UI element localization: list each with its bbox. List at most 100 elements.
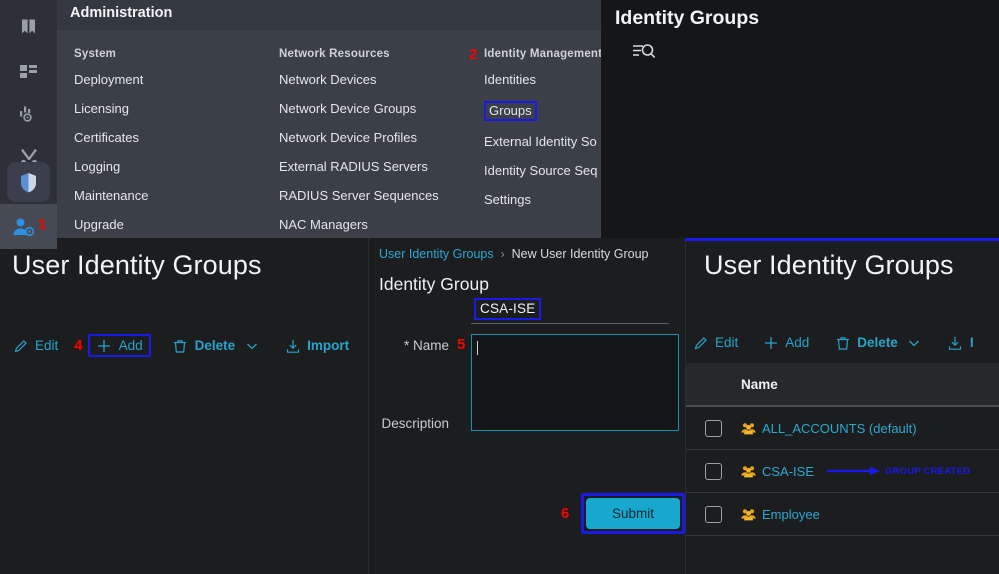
- chevron-down-icon[interactable]: [243, 337, 260, 354]
- delete-button[interactable]: Delete: [172, 337, 236, 354]
- menu-item-radius-server-sequences[interactable]: RADIUS Server Sequences: [279, 188, 439, 204]
- administration-icon: [13, 217, 35, 237]
- column-header-name: Name: [741, 376, 778, 392]
- menu-item-network-devices[interactable]: Network Devices: [279, 72, 439, 88]
- step-marker-6: 6: [561, 505, 570, 522]
- row-name-link[interactable]: ALL_ACCOUNTS (default): [762, 421, 917, 436]
- right-import-button[interactable]: I: [947, 334, 974, 351]
- menu-item-identity-source-sequences[interactable]: Identity Source Seq: [484, 163, 601, 179]
- menu-item-groups[interactable]: Groups: [484, 101, 537, 121]
- edit-label: Edit: [35, 338, 59, 353]
- user-group-icon: [741, 421, 756, 435]
- menu-item-upgrade[interactable]: Upgrade: [74, 217, 148, 233]
- right-toolbar: Edit Add Delete I: [692, 334, 974, 351]
- edit-button[interactable]: Edit: [12, 337, 58, 354]
- left-column: User Identity Groups Edit 4 Add Delete I…: [0, 238, 368, 574]
- right-edit-label: Edit: [715, 335, 739, 350]
- menu-item-network-device-profiles[interactable]: Network Device Profiles: [279, 130, 439, 146]
- table-row[interactable]: Employee: [686, 493, 999, 536]
- row-checkbox[interactable]: [705, 462, 722, 480]
- row-name-link[interactable]: Employee: [762, 507, 820, 522]
- add-button[interactable]: Add: [87, 334, 151, 357]
- sidebar-item-security[interactable]: [7, 162, 50, 202]
- step-marker-2: 2: [469, 46, 478, 63]
- submit-button[interactable]: Submit: [586, 498, 681, 529]
- menu-item-nac-managers[interactable]: NAC Managers: [279, 217, 439, 233]
- screenshot-root: User Identity Groups Edit 4 Add Delete I…: [0, 0, 999, 574]
- administration-mega-menu: 1 Administration System Deployment Licen…: [0, 0, 601, 249]
- right-add-button[interactable]: Add: [762, 334, 809, 351]
- left-toolbar: Edit 4 Add Delete Import: [12, 334, 349, 357]
- middle-column: User Identity Groups › New User Identity…: [368, 238, 686, 574]
- menu-item-certificates[interactable]: Certificates: [74, 130, 148, 146]
- import-button[interactable]: Import: [284, 337, 349, 354]
- left-nav-rail: 1: [0, 0, 57, 249]
- menu-item-external-radius-servers[interactable]: External RADIUS Servers: [279, 159, 439, 175]
- sidebar-item-administration[interactable]: 1: [0, 204, 57, 249]
- chevron-down-icon[interactable]: [906, 334, 923, 351]
- menu-item-external-identity-sources[interactable]: External Identity So: [484, 134, 601, 150]
- bookmark-icon: [20, 18, 37, 37]
- import-icon: [284, 337, 301, 354]
- row-name-cell: ALL_ACCOUNTS (default): [741, 421, 917, 436]
- row-name-cell: CSA-ISE GROUP CREATED: [741, 464, 970, 479]
- column-header-identity-management: Identity Management: [484, 48, 601, 60]
- menu-item-settings[interactable]: Settings: [484, 192, 601, 208]
- pencil-icon: [12, 337, 29, 354]
- breadcrumb-current: New User Identity Group: [511, 247, 649, 261]
- menu-column-system: System Deployment Licensing Certificates…: [74, 48, 148, 238]
- right-delete-button[interactable]: Delete: [834, 334, 898, 351]
- breadcrumb-separator: ›: [500, 247, 505, 261]
- sidebar-item-bookmark[interactable]: [0, 4, 57, 51]
- menu-item-identities[interactable]: Identities: [484, 72, 601, 88]
- annotation-group-created: GROUP CREATED: [826, 465, 970, 477]
- mega-menu-title: Administration: [70, 5, 173, 21]
- mega-menu-body: System Deployment Licensing Certificates…: [57, 30, 601, 238]
- menu-item-maintenance[interactable]: Maintenance: [74, 188, 148, 204]
- row-checkbox[interactable]: [705, 505, 722, 523]
- filter-search-button[interactable]: [632, 42, 656, 67]
- text-caret: [477, 341, 478, 355]
- right-delete-label: Delete: [857, 335, 898, 350]
- delete-label: Delete: [194, 338, 236, 353]
- name-label: * Name: [403, 338, 449, 353]
- step-marker-1: 1: [38, 216, 47, 233]
- right-import-label: I: [969, 335, 974, 350]
- right-add-label: Add: [785, 335, 810, 350]
- menu-item-logging[interactable]: Logging: [74, 159, 148, 175]
- menu-item-groups-row: 2 Groups: [469, 47, 601, 121]
- table-row[interactable]: CSA-ISE GROUP CREATED: [686, 450, 999, 493]
- name-field-wrapper: CSA-ISE: [474, 298, 672, 320]
- identity-groups-title: Identity Groups: [615, 7, 760, 29]
- dashboard-icon: [19, 64, 38, 80]
- name-input-value: CSA-ISE: [480, 301, 536, 316]
- right-edit-button[interactable]: Edit: [692, 334, 738, 351]
- row-checkbox[interactable]: [705, 419, 722, 437]
- column-header-network-resources: Network Resources: [279, 48, 390, 60]
- form-heading: Identity Group: [379, 274, 489, 294]
- menu-item-deployment[interactable]: Deployment: [74, 72, 148, 88]
- trash-icon: [172, 337, 189, 354]
- table-row[interactable]: ALL_ACCOUNTS (default): [686, 407, 999, 450]
- step-marker-4: 4: [74, 337, 83, 354]
- row-name-link[interactable]: CSA-ISE: [762, 464, 814, 479]
- breadcrumb-parent-link[interactable]: User Identity Groups: [379, 247, 494, 261]
- left-page-title: User Identity Groups: [12, 250, 262, 280]
- annotation-label: GROUP CREATED: [885, 465, 971, 477]
- menu-item-network-device-groups[interactable]: Network Device Groups: [279, 101, 439, 117]
- submit-area: 6 Submit: [561, 493, 686, 534]
- row-name-cell: Employee: [741, 507, 820, 522]
- import-label: Import: [307, 338, 350, 353]
- import-icon: [947, 334, 964, 351]
- trash-icon: [834, 334, 851, 351]
- menu-column-identity-management: Identity Management Identities 2 Groups …: [469, 47, 601, 221]
- name-input[interactable]: CSA-ISE: [474, 298, 542, 320]
- menu-item-licensing[interactable]: Licensing: [74, 101, 148, 117]
- plus-icon: [96, 337, 113, 354]
- row-checkbox-cell: [686, 419, 741, 437]
- description-textarea[interactable]: [471, 334, 679, 431]
- sidebar-item-dashboard[interactable]: [0, 48, 57, 95]
- row-checkbox-cell: [686, 505, 741, 523]
- right-column: User Identity Groups Edit Add Delete I N…: [685, 238, 999, 574]
- sidebar-item-analytics[interactable]: [0, 90, 57, 137]
